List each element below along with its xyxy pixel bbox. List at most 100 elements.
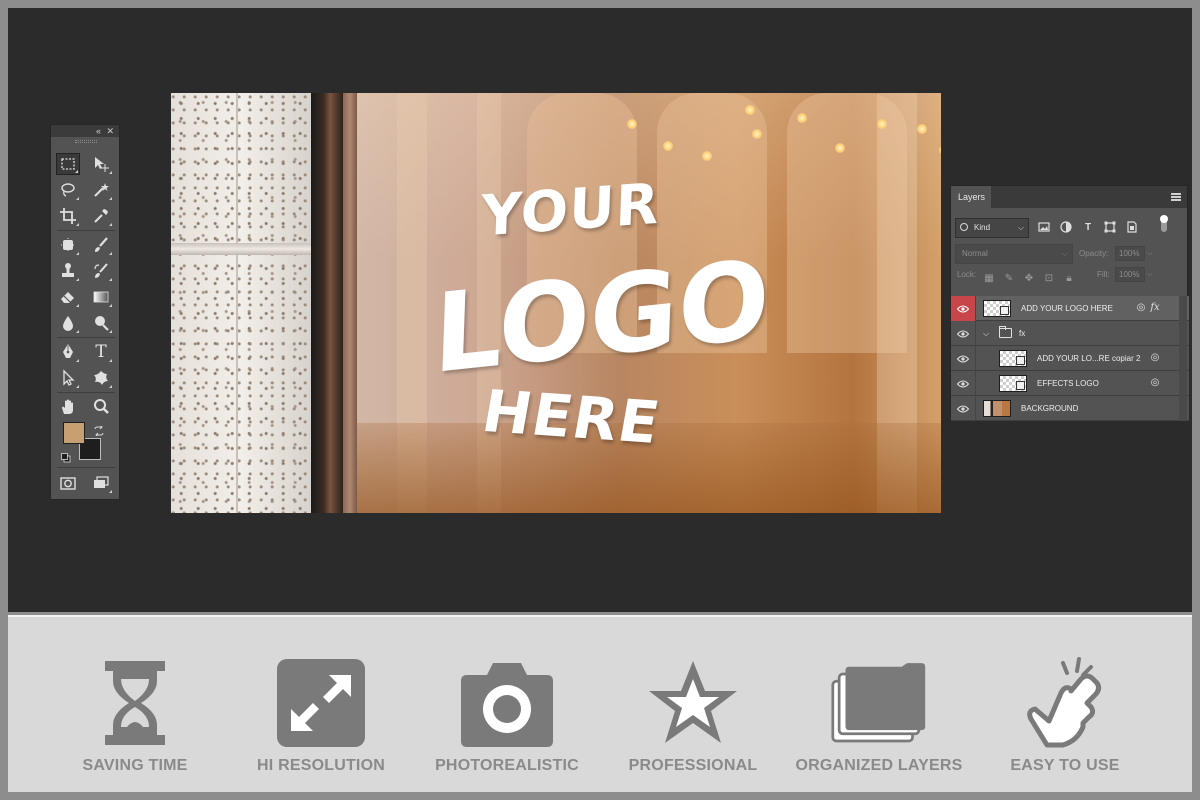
clone-stamp-tool-icon[interactable]: [56, 260, 80, 282]
history-brush-tool-icon[interactable]: [89, 260, 113, 282]
feature-label: EASY TO USE: [1010, 757, 1120, 774]
gradient-tool-icon[interactable]: [89, 286, 113, 308]
panel-grip[interactable]: [75, 140, 97, 143]
layer-row-copy[interactable]: ADD YOUR LO...RE copiar 2 ◎ ⌵: [951, 346, 1189, 371]
brush-tool-icon[interactable]: [89, 234, 113, 256]
hand-tool-icon[interactable]: [56, 396, 80, 418]
smart-object-filter-icon[interactable]: [1125, 220, 1139, 234]
stacked-folders-icon: [831, 663, 926, 743]
visibility-toggle[interactable]: [951, 296, 976, 321]
feature-label: ORGANIZED LAYERS: [795, 757, 963, 774]
fill-dropdown-icon[interactable]: ⌵: [1147, 267, 1157, 282]
lock-artboard-icon[interactable]: ⊡: [1043, 273, 1055, 285]
layer-link-effects-icon[interactable]: ◎: [1149, 352, 1161, 364]
shape-layer-filter-icon[interactable]: [1103, 220, 1117, 234]
door-frame: [311, 93, 343, 513]
move-tool-icon[interactable]: [89, 153, 113, 175]
layer-row-fx-group[interactable]: ⌵ fx: [951, 321, 1189, 346]
smart-object-badge-icon: [1016, 381, 1025, 390]
layer-name[interactable]: ADD YOUR LOGO HERE: [1021, 296, 1113, 321]
zoom-tool-icon[interactable]: [89, 396, 113, 418]
tools-panel-header[interactable]: « ✕: [51, 125, 119, 137]
default-colors-icon[interactable]: [61, 450, 71, 463]
lock-label: Lock:: [957, 270, 977, 279]
logo-placeholder-line3: HERE: [477, 377, 666, 457]
opacity-field[interactable]: 100%: [1115, 246, 1145, 261]
blend-mode-select[interactable]: Normal ⌵: [955, 244, 1073, 264]
feature-label: SAVING TIME: [82, 757, 188, 774]
logo-placeholder-line1: YOUR: [480, 171, 661, 250]
visibility-toggle[interactable]: [951, 321, 976, 346]
layers-panel: Layers Kind ⌵ T Normal ⌵ Opacity: 100% ⌵…: [950, 185, 1189, 421]
custom-shape-tool-icon[interactable]: [89, 367, 113, 389]
visibility-toggle[interactable]: [951, 396, 976, 421]
screen-mode-icon[interactable]: [89, 472, 113, 494]
crop-tool-icon[interactable]: [56, 205, 80, 227]
swap-colors-icon[interactable]: [93, 423, 105, 438]
blur-tool-icon[interactable]: [56, 312, 80, 334]
expand-arrows-icon: [277, 659, 365, 747]
visibility-toggle[interactable]: [951, 346, 976, 371]
foreground-color-swatch[interactable]: [63, 422, 85, 444]
layer-name[interactable]: BACKGROUND: [1021, 396, 1078, 421]
eye-icon: [957, 354, 969, 363]
tab-layers[interactable]: Layers: [951, 186, 991, 208]
eye-icon: [957, 304, 969, 313]
lock-position-icon[interactable]: ✥: [1023, 273, 1035, 285]
layer-name[interactable]: ADD YOUR LO...RE copiar 2: [1037, 346, 1140, 371]
dodge-tool-icon[interactable]: [89, 312, 113, 334]
layer-row-background[interactable]: BACKGROUND: [951, 396, 1189, 421]
opacity-dropdown-icon[interactable]: ⌵: [1147, 246, 1157, 261]
eyedropper-tool-icon[interactable]: [89, 205, 113, 227]
layer-filter-row: Kind ⌵ T: [955, 215, 1187, 238]
close-panel-icon[interactable]: ✕: [106, 125, 114, 137]
fill-field[interactable]: 100%: [1115, 267, 1145, 282]
chevron-down-icon: ⌵: [1061, 249, 1068, 258]
rectangular-marquee-tool-icon[interactable]: [56, 153, 80, 175]
document-canvas[interactable]: YOUR LOGO HERE: [171, 93, 941, 513]
layers-scrollbar[interactable]: [1179, 296, 1187, 421]
collapse-panel-icon[interactable]: «: [96, 125, 101, 137]
lock-transparent-pixels-icon[interactable]: ▦: [983, 273, 995, 285]
layer-row-add-your-logo[interactable]: ADD YOUR LOGO HERE ◎ fx ⌵: [951, 296, 1189, 321]
feature-label: PHOTOREALISTIC: [435, 757, 579, 774]
panel-menu-icon[interactable]: [1171, 193, 1181, 201]
magic-wand-tool-icon[interactable]: [89, 179, 113, 201]
layer-row-effects-logo[interactable]: EFFECTS LOGO ◎ ⌵: [951, 371, 1189, 396]
lock-all-icon[interactable]: 🔒︎: [1063, 273, 1075, 285]
pixel-layer-filter-icon[interactable]: [1037, 220, 1051, 234]
pen-tool-icon[interactable]: [56, 341, 80, 363]
layer-thumbnail: [999, 375, 1027, 392]
chevron-down-icon[interactable]: ⌵: [983, 321, 989, 346]
filter-kind-select[interactable]: Kind ⌵: [955, 218, 1029, 238]
group-name[interactable]: fx: [1019, 321, 1025, 346]
filter-toggle[interactable]: [1160, 215, 1168, 232]
feature-band: SAVING TIME HI RESOLUTION PHOTOREALISTIC: [8, 615, 1192, 792]
lock-image-pixels-icon[interactable]: ✎: [1003, 273, 1015, 285]
search-icon: [960, 223, 968, 231]
eraser-tool-icon[interactable]: [56, 286, 80, 308]
feature-saving-time: SAVING TIME: [40, 657, 230, 787]
hourglass-icon: [105, 661, 165, 745]
type-layer-filter-icon[interactable]: T: [1081, 220, 1095, 234]
adjustment-layer-filter-icon[interactable]: [1059, 220, 1073, 234]
layer-link-effects-icon[interactable]: ◎: [1149, 377, 1161, 389]
layer-name[interactable]: EFFECTS LOGO: [1037, 371, 1099, 396]
spot-healing-tool-icon[interactable]: [56, 234, 80, 256]
quick-mask-icon[interactable]: [56, 472, 80, 494]
fx-icon[interactable]: fx: [1149, 302, 1161, 314]
outer-frame: « ✕ T YOUR LOGO HERE Layers Kind ⌵ T Nor…: [0, 0, 1200, 800]
feature-label: PROFESSIONAL: [628, 757, 758, 774]
tools-panel: « ✕ T: [50, 124, 120, 500]
lasso-tool-icon[interactable]: [56, 179, 80, 201]
layer-link-effects-icon[interactable]: ◎: [1135, 302, 1147, 314]
lock-row: Lock: ▦ ✎ ✥ ⊡ 🔒︎ Fill: 100% ⌵: [955, 267, 1187, 289]
feature-hi-resolution: HI RESOLUTION: [226, 657, 416, 787]
path-selection-tool-icon[interactable]: [56, 367, 80, 389]
type-tool-icon[interactable]: T: [89, 341, 113, 363]
smart-object-badge-icon: [1016, 356, 1025, 365]
tapping-hand-icon: [1027, 657, 1102, 748]
layer-thumbnail: [983, 300, 1011, 317]
visibility-toggle[interactable]: [951, 371, 976, 396]
layers-tabbar: Layers: [951, 186, 1187, 208]
